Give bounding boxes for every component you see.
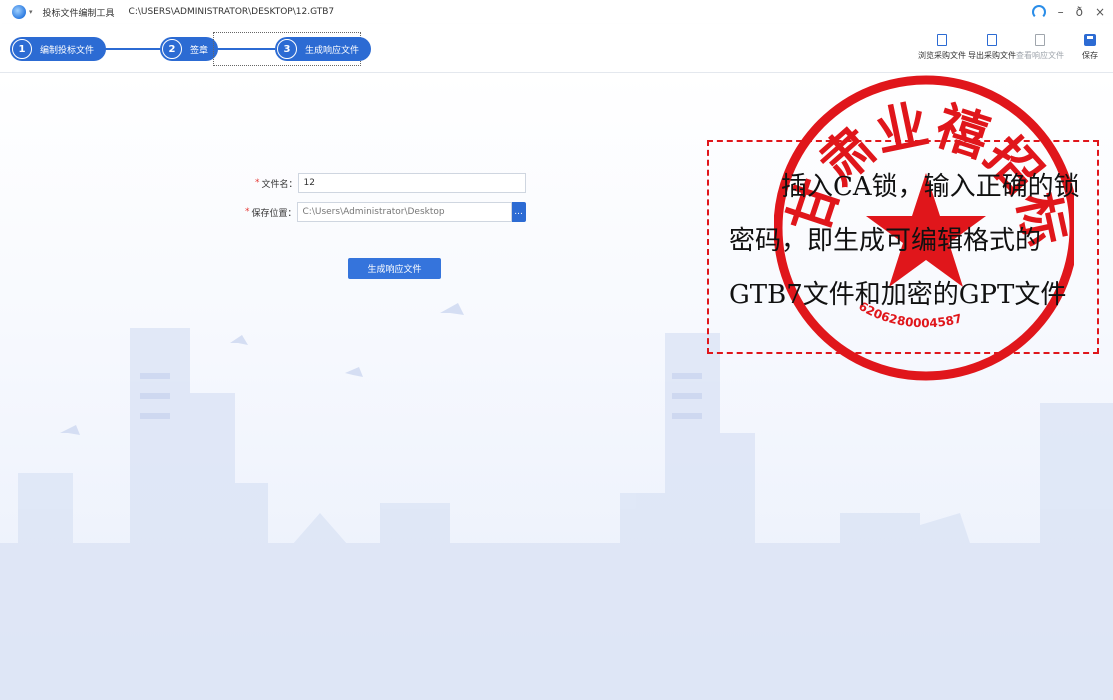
tool-label: 导出采购文件 [968,51,1016,60]
step-number: 3 [277,39,297,59]
window-controls: – ð × [1031,0,1105,24]
step-label: 编制投标文件 [40,45,95,56]
minimize-button[interactable]: – [1058,5,1064,19]
step-generate-response[interactable]: 3 生成响应文件 [275,37,372,61]
instruction-annotation-box: 插入CA锁，输入正确的锁密码，即生成可编辑格式的GTB7文件和加密的GPT文件 [707,140,1099,354]
browse-procurement-button[interactable]: 浏览采购文件 [918,34,966,61]
menu-caret-icon[interactable]: ▾ [29,8,33,16]
tool-label: 查看响应文件 [1016,51,1064,60]
step-label: 签章 [190,45,209,56]
toolbar: 1 编制投标文件 2 签章 3 生成响应文件 浏览采购文件 导出采购文件 查看响… [0,24,1113,73]
close-button[interactable]: × [1095,5,1105,19]
save-location-label: 保存位置： [251,208,297,219]
filename-input[interactable]: 12 [297,173,526,193]
tool-label: 保存 [1082,51,1098,60]
generate-response-button[interactable]: 生成响应文件 [348,258,441,279]
filename-label: 文件名： [261,179,298,190]
tool-label: 浏览采购文件 [918,51,966,60]
step-connector [98,48,160,50]
required-mark: * [255,178,260,188]
step-number: 2 [162,39,182,59]
save-location-input[interactable]: C:\Users\Administrator\Desktop [296,202,512,222]
support-headset-icon[interactable] [1031,5,1046,19]
step-label: 生成响应文件 [305,45,360,56]
app-title: 投标文件编制工具 [42,8,115,19]
restore-button[interactable]: ð [1076,5,1083,19]
save-location-row: * 保存位置： C:\Users\Administrator\Desktop .… [245,202,526,222]
instruction-text: 插入CA锁，输入正确的锁密码，即生成可编辑格式的GTB7文件和加密的GPT文件 [729,172,1080,310]
required-mark: * [245,207,250,217]
app-logo-icon[interactable] [12,5,26,19]
browse-folder-button[interactable]: ... [511,202,526,222]
document-search-icon [937,34,947,46]
save-button[interactable]: 保存 [1082,34,1098,61]
export-procurement-button[interactable]: 导出采购文件 [968,34,1016,61]
document-export-icon [987,34,997,46]
document-view-icon [1035,34,1045,46]
save-disk-icon [1084,34,1096,46]
title-bar: ▾ 投标文件编制工具 C:\USERS\ADMINISTRATOR\DESKTO… [0,0,1113,24]
step-number: 1 [12,39,32,59]
step-edit-bid-file[interactable]: 1 编制投标文件 [10,37,107,61]
filename-row: * 文件名： 12 [255,173,526,193]
file-path: C:\USERS\ADMINISTRATOR\DESKTOP\12.GTB7 [128,7,335,17]
step-signature[interactable]: 2 签章 [160,37,219,61]
view-response-button[interactable]: 查看响应文件 [1016,34,1064,61]
